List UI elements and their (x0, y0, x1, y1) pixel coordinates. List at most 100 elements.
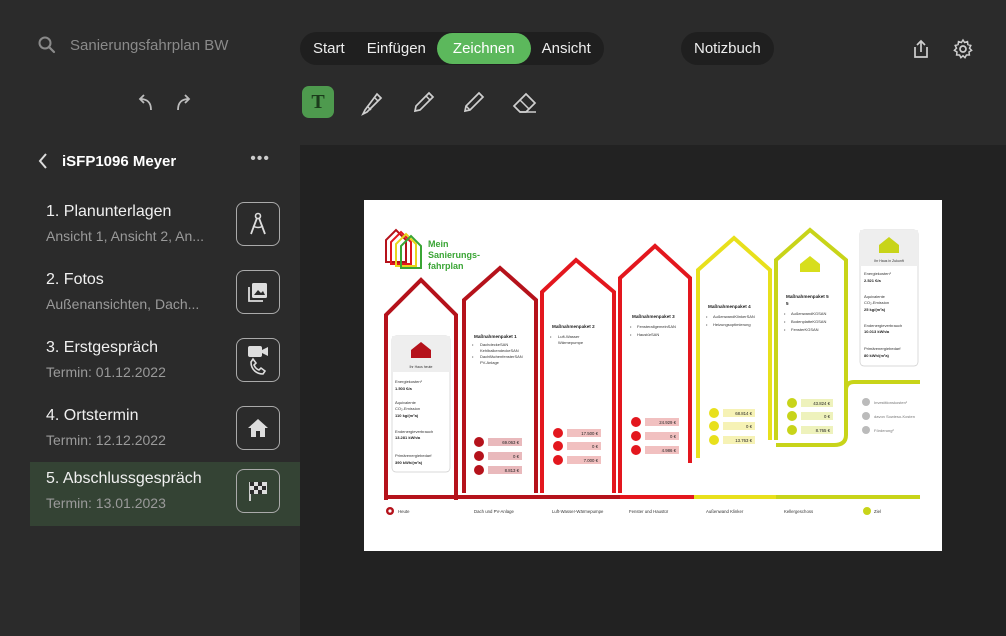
logo-line1: Mein (428, 239, 449, 249)
today-energy: 1.503 €/a (395, 386, 412, 391)
svg-text:Heizungsoptimierung: Heizungsoptimierung (713, 322, 751, 327)
sidebar-item-planunterlagen[interactable]: 1. Planunterlagen Ansicht 1, Ansicht 2, … (30, 195, 300, 259)
notebook-button[interactable]: Notizbuch (681, 32, 774, 65)
video-call-icon (236, 338, 280, 382)
sidebar-item-sub: Termin: 01.12.2022 (46, 364, 166, 380)
svg-text:80 kWh/(m²a): 80 kWh/(m²a) (864, 353, 890, 358)
today-prim: 390 kWh/(m²a) (395, 460, 423, 465)
svg-text:Endenergieverbrauch: Endenergieverbrauch (864, 323, 902, 328)
svg-text:24.929 €: 24.929 € (659, 420, 676, 425)
svg-text:8.765 €: 8.765 € (816, 428, 831, 433)
undo-icon[interactable] (135, 92, 157, 112)
svg-text:Primärenergiebedarf: Primärenergiebedarf (864, 346, 901, 351)
sidebar-item-label: 2. Fotos (46, 271, 104, 288)
sidebar-item-sub: Termin: 12.12.2022 (46, 432, 166, 448)
share-icon[interactable] (910, 38, 932, 60)
svg-text:Wärmepumpe: Wärmepumpe (558, 340, 584, 345)
sidebar-item-sub: Termin: 13.01.2023 (46, 495, 166, 511)
sidebar-item-label: 4. Ortstermin (46, 407, 139, 424)
logo-line2: Sanierungs- (428, 250, 480, 260)
svg-text:FensterallgemeinSAN: FensterallgemeinSAN (637, 324, 676, 329)
tab-start[interactable]: Start (302, 33, 356, 64)
svg-text:Kellergeschoss: Kellergeschoss (784, 509, 813, 514)
pen-icon (413, 91, 435, 113)
pencil-tool-button[interactable] (458, 86, 490, 118)
svg-text:•: • (630, 324, 632, 329)
house-icon (236, 406, 280, 450)
more-icon[interactable]: ••• (250, 150, 270, 168)
sidebar-item-erstgespraech[interactable]: 3. Erstgespräch Termin: 01.12.2022 (30, 331, 300, 395)
svg-text:davon Sowieso-Kosten: davon Sowieso-Kosten (874, 414, 915, 419)
future-title: Ihr Haus in Zukunft (874, 259, 904, 263)
svg-text:68.814 €: 68.814 € (735, 411, 752, 416)
text-tool-icon: T (311, 90, 325, 113)
svg-text:25 kg/(m²a): 25 kg/(m²a) (864, 307, 886, 312)
sidebar-item-ortstermin[interactable]: 4. Ortstermin Termin: 12.12.2022 (30, 399, 300, 463)
logo-icon (385, 228, 422, 269)
package-title: Maßnahmenpaket 2 (552, 324, 595, 329)
svg-text:Luft-Wasser: Luft-Wasser (558, 334, 580, 339)
pencil-icon (463, 91, 485, 113)
svg-text:•: • (550, 334, 552, 339)
tab-zeichnen[interactable]: Zeichnen (436, 33, 531, 64)
sidebar-item-abschlussgespraech[interactable]: 5. Abschlussgespräch Termin: 13.01.2023 (30, 462, 300, 526)
svg-text:•: • (706, 314, 708, 319)
svg-text:5: 5 (786, 301, 789, 306)
svg-text:7.000 €: 7.000 € (584, 458, 599, 463)
ribbon-tabs: Start Einfügen Zeichnen Ansicht (300, 32, 604, 65)
svg-text:AußenwandKGSAN: AußenwandKGSAN (791, 311, 826, 316)
svg-text:•: • (706, 322, 708, 327)
gear-icon[interactable] (952, 38, 974, 60)
svg-text:DachflächenfensterSAN: DachflächenfensterSAN (480, 354, 523, 359)
svg-text:Investitionskosten¹: Investitionskosten¹ (874, 400, 908, 405)
notebook-title: iSFP1096 Meyer (62, 152, 177, 170)
sidebar-item-sub: Außenansichten, Dach... (46, 296, 200, 312)
today-energy-label: Energiekosten¹ (395, 379, 423, 384)
package-title: Maßnahmenpaket 1 (474, 334, 517, 339)
sidebar-item-fotos[interactable]: 2. Fotos Außenansichten, Dach... (30, 263, 300, 327)
svg-text:BodenplatteKGSAN: BodenplatteKGSAN (791, 319, 826, 324)
svg-text:•: • (784, 319, 786, 324)
svg-text:DachdeckeSAN: DachdeckeSAN (480, 342, 508, 347)
marker-tool-button[interactable] (357, 86, 389, 118)
package-2: Maßnahmenpaket 2 • Luft-Wasser Wärmepumpe… (540, 257, 616, 493)
sidebar-item-sub: Ansicht 1, Ansicht 2, An... (46, 228, 204, 244)
svg-text:Außenwand Klinker: Außenwand Klinker (706, 509, 744, 514)
svg-text:•: • (784, 311, 786, 316)
search-bar[interactable] (38, 36, 270, 54)
eraser-tool-button[interactable] (509, 86, 541, 118)
redo-icon[interactable] (172, 92, 194, 112)
search-input[interactable] (70, 36, 270, 54)
svg-text:17.500 €: 17.500 € (581, 431, 598, 436)
logo-line3: fahrplan (428, 261, 464, 271)
svg-text:8.813 €: 8.813 € (505, 468, 520, 473)
svg-text:HaustürSAN: HaustürSAN (637, 332, 659, 337)
svg-text:0 €: 0 € (513, 454, 520, 459)
today-co2-label2: CO₂-Emission (395, 406, 420, 411)
compass-icon (236, 202, 280, 246)
svg-text:43.824 €: 43.824 € (813, 401, 830, 406)
tab-ansicht[interactable]: Ansicht (531, 33, 602, 64)
marker-icon (361, 92, 383, 116)
package-title: Maßnahmenpaket 3 (632, 314, 675, 319)
package-title: Maßnahmenpaket 4 (708, 304, 751, 309)
sanierungsfahrplan-graphic: Mein Sanierungs- fahrplan Ihr Haus heute… (384, 227, 920, 515)
svg-text:13.763 €: 13.763 € (735, 438, 752, 443)
svg-text:CO₂-Emission: CO₂-Emission (864, 300, 889, 305)
svg-text:•: • (472, 354, 474, 359)
today-title: Ihr Haus heute (410, 365, 433, 369)
svg-text:Förderung²: Förderung² (874, 428, 894, 433)
sidebar-item-label: 3. Erstgespräch (46, 339, 159, 356)
text-tool-button[interactable]: T (302, 86, 334, 118)
back-chevron-icon[interactable] (38, 152, 48, 170)
package-1: Maßnahmenpaket 1 • DachdeckeSAN Kehlbalke… (462, 265, 538, 493)
pen-tool-button[interactable] (408, 86, 440, 118)
package-title: Maßnahmenpaket 5 (786, 294, 829, 299)
svg-text:4.986 €: 4.986 € (662, 448, 677, 453)
package-3: Maßnahmenpaket 3 • FensterallgemeinSAN • H… (618, 243, 692, 493)
document-page[interactable]: Mein Sanierungs- fahrplan Ihr Haus heute… (364, 200, 942, 551)
photos-icon (236, 270, 280, 314)
tab-einfuegen[interactable]: Einfügen (356, 33, 437, 64)
svg-text:Luft-Wasser-Wärmepumpe: Luft-Wasser-Wärmepumpe (552, 509, 604, 514)
today-prim-label: Primärenergiebedarf (395, 453, 432, 458)
